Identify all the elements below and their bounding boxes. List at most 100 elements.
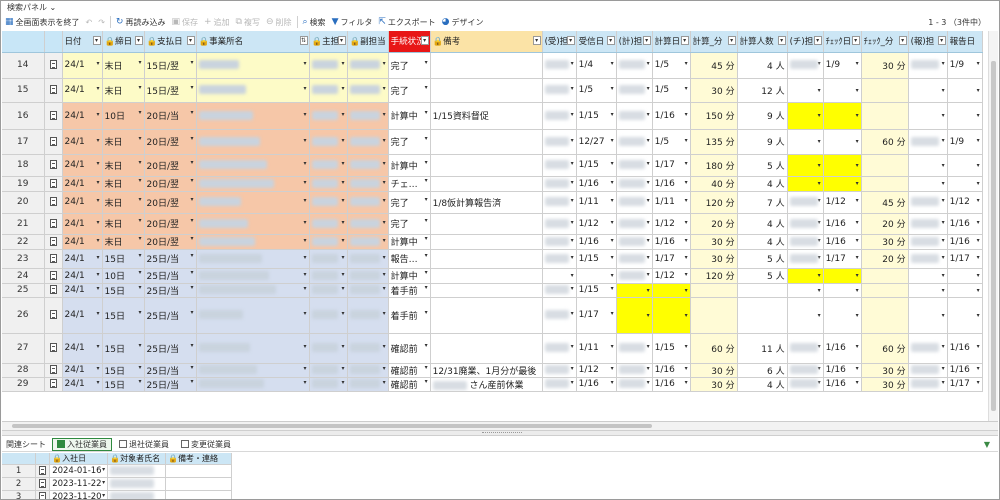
dropdown-arrow-icon[interactable]: ▾ — [942, 137, 945, 144]
table-row[interactable]: 17 24/1 ▾ 末日 ▾ 20日/翌 ▾ ▾ ▾ ▾ 完了 ▾ ▾ 12/27 ▾ ▾ 1/5 ▾ 135 分9… — [2, 129, 983, 155]
cell-office-name[interactable]: ▾ — [196, 52, 310, 79]
cell-main-staff[interactable]: ▾ — [309, 249, 348, 269]
cell-check-minutes[interactable] — [861, 268, 909, 284]
cell-check-staff[interactable]: ▾ — [787, 78, 824, 103]
cell-check-staff[interactable]: ▾ — [787, 154, 824, 177]
filter-dropdown-icon[interactable]: ▾ — [898, 36, 907, 45]
cell-note[interactable]: 12/31廃業、1月分が最後 — [430, 363, 543, 378]
cell-check-minutes[interactable] — [861, 78, 909, 103]
dropdown-arrow-icon[interactable]: ▾ — [341, 219, 344, 226]
cell-calc-staff[interactable]: ▾ — [616, 297, 653, 334]
cell-calc-date[interactable]: 1/12 ▾ — [652, 268, 691, 284]
dropdown-arrow-icon[interactable]: ▾ — [942, 365, 945, 372]
cell-main-staff[interactable]: ▾ — [309, 102, 348, 130]
dropdown-arrow-icon[interactable]: ▾ — [818, 87, 821, 94]
dropdown-arrow-icon[interactable]: ▾ — [96, 237, 99, 244]
dropdown-arrow-icon[interactable]: ▾ — [341, 285, 344, 292]
cell-status[interactable]: 着手前 ▾ — [388, 283, 431, 298]
cell-sub-staff[interactable]: ▾ — [347, 234, 389, 250]
cell-calc-minutes[interactable]: 30 分 — [690, 249, 738, 269]
dropdown-arrow-icon[interactable]: ▾ — [685, 179, 688, 186]
cell-calc-minutes[interactable]: 40 分 — [690, 176, 738, 192]
filter-dropdown-icon[interactable]: ▾ — [813, 36, 822, 45]
cell-sub-staff[interactable]: ▾ — [347, 213, 389, 235]
dropdown-arrow-icon[interactable]: ▾ — [383, 197, 386, 204]
cell-recv-staff[interactable]: ▾ — [542, 52, 577, 79]
dropdown-arrow-icon[interactable]: ▾ — [138, 284, 141, 291]
dropdown-arrow-icon[interactable]: ▾ — [190, 252, 193, 259]
table-row[interactable]: 19 24/1 ▾ 末日 ▾ 20日/翌 ▾ ▾ ▾ ▾ チェ… ▾ ▾ 1/16 ▾ ▾ 1/16 ▾ 40 分4… — [2, 176, 983, 192]
cell-sub-staff[interactable]: ▾ — [347, 102, 389, 130]
cell-report-date[interactable]: 1/16 ▾ — [947, 213, 983, 235]
cell-calc-minutes[interactable]: 150 分 — [690, 102, 738, 130]
dropdown-arrow-icon[interactable]: ▾ — [383, 179, 386, 186]
dropdown-arrow-icon[interactable]: ▾ — [138, 177, 141, 184]
cell-calc-date[interactable]: 1/11 ▾ — [652, 191, 691, 214]
dropdown-arrow-icon[interactable]: ▾ — [685, 379, 688, 386]
tab-hired-employees[interactable]: 入社従業員 — [52, 437, 112, 451]
cell-sub-staff[interactable]: ▾ — [347, 283, 389, 298]
dropdown-arrow-icon[interactable]: ▾ — [303, 285, 306, 292]
dropdown-arrow-icon[interactable]: ▾ — [138, 342, 141, 349]
cell-pay-day[interactable]: 15日/翌 ▾ — [144, 52, 197, 79]
dropdown-arrow-icon[interactable]: ▾ — [102, 479, 105, 486]
dropdown-arrow-icon[interactable]: ▾ — [685, 60, 688, 67]
cell-calc-staff[interactable]: ▾ — [616, 191, 653, 214]
col-header-chk-date[interactable]: ﾁｪｯｸ日 ▾ — [823, 31, 862, 53]
dropdown-arrow-icon[interactable]: ▾ — [571, 137, 574, 144]
dropdown-arrow-icon[interactable]: ▾ — [96, 285, 99, 292]
cell-calc-count[interactable]: 7 人 — [737, 191, 788, 214]
dropdown-arrow-icon[interactable]: ▾ — [190, 284, 193, 291]
dropdown-arrow-icon[interactable]: ▾ — [425, 84, 428, 91]
cell-hire-note[interactable] — [165, 464, 232, 478]
dropdown-arrow-icon[interactable]: ▾ — [571, 343, 574, 350]
dropdown-arrow-icon[interactable]: ▾ — [138, 196, 141, 203]
dropdown-arrow-icon[interactable]: ▾ — [685, 111, 688, 118]
cell-report-staff[interactable]: ▾ — [908, 52, 948, 79]
cell-report-staff[interactable]: ▾ — [908, 249, 948, 269]
cell-note[interactable] — [430, 78, 543, 103]
dropdown-arrow-icon[interactable]: ▾ — [571, 272, 574, 279]
cell-check-date[interactable]: ▾ — [823, 283, 862, 298]
dropdown-arrow-icon[interactable]: ▾ — [647, 287, 650, 294]
dropdown-arrow-icon[interactable]: ▾ — [571, 197, 574, 204]
col-header-chk-staff[interactable]: (チ)担 ▾ — [787, 31, 824, 53]
dropdown-arrow-icon[interactable]: ▾ — [190, 159, 193, 166]
cell-close-day[interactable]: 15日 ▾ — [102, 283, 145, 298]
dropdown-arrow-icon[interactable]: ▾ — [303, 310, 306, 317]
cell-close-day[interactable]: 末日 ▾ — [102, 52, 145, 79]
cell-status[interactable]: 計算中 ▾ — [388, 154, 431, 177]
row-detail-cell[interactable] — [44, 297, 63, 334]
dropdown-arrow-icon[interactable]: ▾ — [977, 112, 980, 119]
cell-hire-note[interactable] — [165, 477, 232, 491]
dropdown-arrow-icon[interactable]: ▾ — [138, 378, 141, 385]
dropdown-arrow-icon[interactable]: ▾ — [647, 179, 650, 186]
dropdown-arrow-icon[interactable]: ▾ — [647, 160, 650, 167]
dropdown-arrow-icon[interactable]: ▾ — [856, 237, 859, 244]
cell-note[interactable] — [430, 52, 543, 79]
row-detail-cell[interactable] — [44, 283, 63, 298]
cell-close-day[interactable]: 末日 ▾ — [102, 78, 145, 103]
cell-report-staff[interactable]: ▾ — [908, 333, 948, 364]
dropdown-arrow-icon[interactable]: ▾ — [102, 466, 105, 473]
dropdown-arrow-icon[interactable]: ▾ — [856, 197, 859, 204]
dropdown-arrow-icon[interactable]: ▾ — [96, 343, 99, 350]
dropdown-arrow-icon[interactable]: ▾ — [856, 162, 859, 169]
dropdown-arrow-icon[interactable]: ▾ — [341, 254, 344, 261]
dropdown-arrow-icon[interactable]: ▾ — [977, 237, 980, 244]
dropdown-arrow-icon[interactable]: ▾ — [647, 219, 650, 226]
vertical-scrollbar[interactable] — [988, 31, 998, 421]
cell-main-staff[interactable]: ▾ — [309, 191, 348, 214]
cell-calc-staff[interactable]: ▾ — [616, 268, 653, 284]
col-header-close[interactable]: 🔒締日 ▾ — [102, 31, 145, 53]
cell-close-day[interactable]: 末日 ▾ — [102, 154, 145, 177]
dropdown-arrow-icon[interactable]: ▾ — [96, 111, 99, 118]
cell-recv-date[interactable]: 1/5 ▾ — [576, 78, 617, 103]
table-row[interactable]: 28 24/1 ▾ 15日 ▾ 25日/当 ▾ ▾ ▾ ▾ 確認前 ▾ 12/31廃業、1月分が最後 ▾ 1… — [2, 363, 983, 378]
cell-check-date[interactable]: 1/16 ▾ — [823, 234, 862, 250]
cell-report-date[interactable]: ▾ — [947, 102, 983, 130]
cell-sub-staff[interactable]: ▾ — [347, 268, 389, 284]
dropdown-arrow-icon[interactable]: ▾ — [685, 219, 688, 226]
cell-calc-minutes[interactable]: 30 分 — [690, 363, 738, 378]
cell-check-minutes[interactable] — [861, 154, 909, 177]
